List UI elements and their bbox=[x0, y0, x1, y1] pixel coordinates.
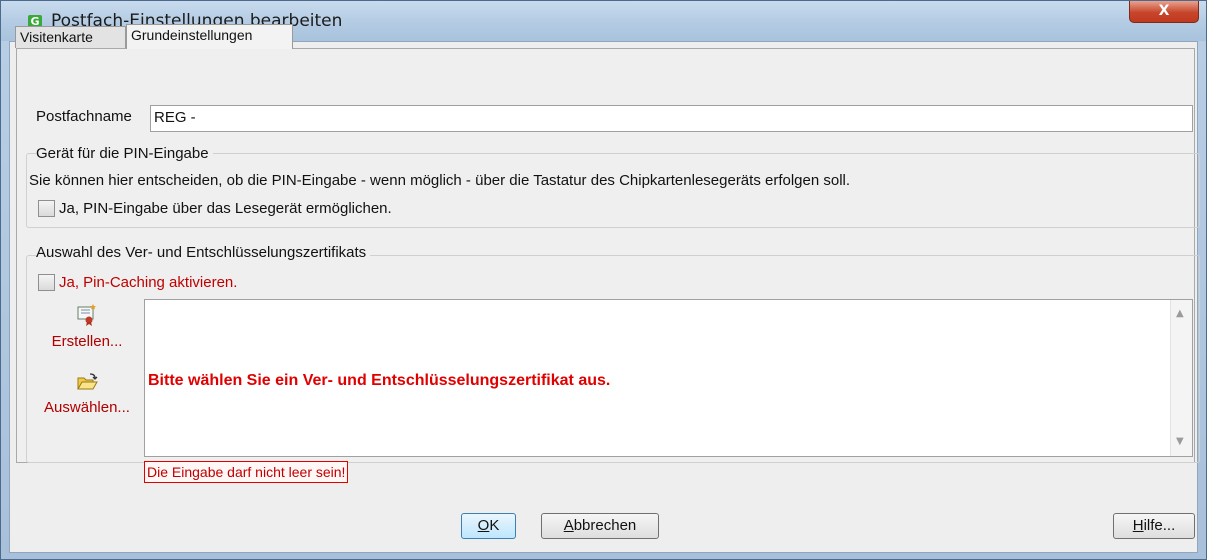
pin-caching-checkbox[interactable] bbox=[38, 274, 55, 291]
scroll-up-icon[interactable]: ▲ bbox=[1176, 308, 1184, 319]
open-folder-icon bbox=[77, 373, 98, 390]
cancel-label-rest: bbrechen bbox=[573, 517, 637, 534]
tab-visitenkarte[interactable]: Visitenkarte bbox=[15, 26, 126, 48]
pin-reader-checkbox[interactable] bbox=[38, 200, 55, 217]
create-certificate-label: Erstellen... bbox=[51, 333, 123, 350]
help-label-rest: ilfe... bbox=[1143, 517, 1176, 534]
tab-grundeinstellungen[interactable]: Grundeinstellungen bbox=[126, 24, 293, 49]
ok-mnemonic: O bbox=[477, 517, 490, 534]
close-icon: X bbox=[1158, 3, 1170, 19]
pin-group-title: Gerät für die PIN-Eingabe bbox=[36, 145, 213, 162]
select-certificate-button[interactable]: Auswählen... bbox=[33, 373, 141, 416]
postfachname-label: Postfachname bbox=[36, 108, 132, 125]
select-certificate-label: Auswählen... bbox=[44, 399, 130, 416]
help-button[interactable]: Hilfe... bbox=[1113, 513, 1195, 539]
new-certificate-icon bbox=[77, 304, 96, 326]
certificate-scrollbar[interactable]: ▲ ▼ bbox=[1170, 300, 1192, 456]
postfachname-field[interactable]: REG - bbox=[150, 105, 1193, 132]
certificate-message: Bitte wählen Sie ein Ver- und Entschlüss… bbox=[148, 372, 611, 389]
scroll-down-icon[interactable]: ▼ bbox=[1176, 436, 1184, 447]
help-mnemonic: H bbox=[1132, 517, 1144, 534]
ok-label-rest: K bbox=[489, 517, 500, 534]
cancel-button[interactable]: Abbrechen bbox=[541, 513, 659, 539]
certificate-display[interactable]: Bitte wählen Sie ein Ver- und Entschlüss… bbox=[144, 299, 1193, 457]
dialog-window: G Postfach-Einstellungen bearbeiten X Vi… bbox=[0, 0, 1207, 560]
cancel-mnemonic: A bbox=[563, 517, 574, 534]
validation-error: Die Eingabe darf nicht leer sein! bbox=[144, 461, 349, 483]
pin-reader-checkbox-label[interactable]: Ja, PIN-Eingabe über das Lesegerät ermög… bbox=[59, 200, 392, 217]
cert-group-title: Auswahl des Ver- und Entschlüsselungszer… bbox=[36, 244, 371, 261]
pin-description: Sie können hier entscheiden, ob die PIN-… bbox=[29, 172, 851, 189]
ok-button[interactable]: OK bbox=[461, 513, 516, 539]
create-certificate-button[interactable]: Erstellen... bbox=[33, 303, 141, 350]
pin-caching-checkbox-label[interactable]: Ja, Pin-Caching aktivieren. bbox=[59, 274, 237, 291]
close-button[interactable]: X bbox=[1129, 1, 1199, 23]
